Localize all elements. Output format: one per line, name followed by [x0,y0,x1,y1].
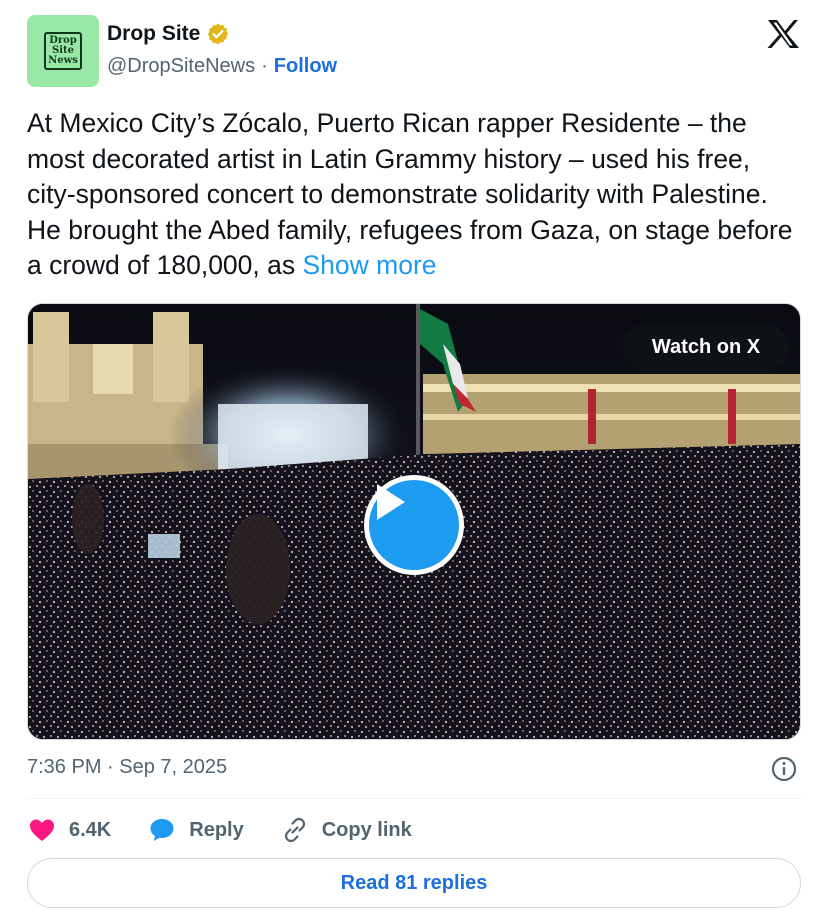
separator-dot: · [261,55,268,77]
watch-on-x-button[interactable]: Watch on X [623,324,789,370]
author-handle-row: @DropSiteNews · Follow [107,55,337,78]
read-replies-button[interactable]: Read 81 replies [27,858,801,908]
tweet-card: Drop Site News Drop Site @DropSiteNews ·… [0,0,824,910]
action-bar: 6.4K Reply Copy link [27,812,448,848]
likes-count: 6.4K [69,818,112,841]
video-media[interactable]: Watch on X [27,303,801,740]
link-icon [284,817,305,843]
handle[interactable]: @DropSiteNews [107,55,255,78]
author-name-row: Drop Site [107,22,230,46]
verified-badge-icon [208,23,229,45]
reply-bubble-icon [150,819,174,841]
show-more-link[interactable]: Show more [303,250,437,280]
reply-label: Reply [189,818,244,841]
tweet-timestamp[interactable]: 7:36 PM · Sep 7, 2025 [27,756,227,779]
avatar-logo: Drop Site News [44,32,82,70]
copy-link-label: Copy link [321,818,412,841]
heart-icon [30,819,54,841]
x-logo-icon[interactable] [765,18,801,50]
play-icon [377,484,405,520]
divider [27,798,801,799]
play-button[interactable] [364,475,464,575]
like-button[interactable]: 6.4K [27,815,111,845]
info-icon[interactable] [770,755,798,783]
copy-link-button[interactable]: Copy link [280,815,412,845]
avatar[interactable]: Drop Site News [27,15,99,87]
tweet-text: At Mexico City’s Zócalo, Puerto Rican ra… [27,106,797,284]
follow-button[interactable]: Follow [274,55,337,78]
avatar-logo-line-3: News [48,55,78,66]
display-name[interactable]: Drop Site [107,22,200,46]
reply-button[interactable]: Reply [147,815,244,845]
